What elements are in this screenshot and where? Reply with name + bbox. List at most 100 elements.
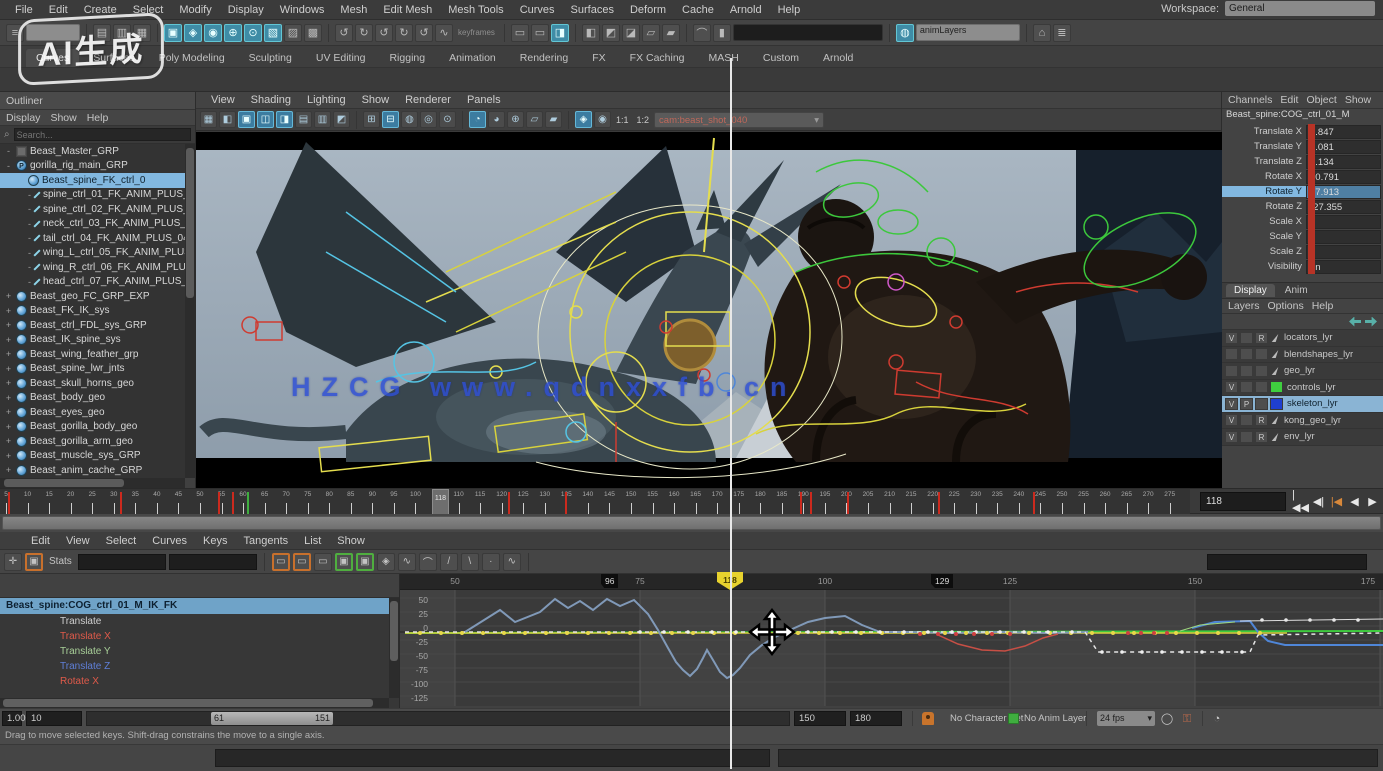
- viewport-canvas[interactable]: HZCG www.qdnxxfb.cn: [196, 132, 1222, 488]
- graph-channel-row[interactable]: Translate: [0, 614, 399, 629]
- outliner-item[interactable]: + Beast_eyes_geo: [0, 405, 185, 420]
- viewport-toolbar-icon[interactable]: ⊕: [507, 111, 524, 128]
- shelf-tab-fx-caching[interactable]: FX Caching: [620, 49, 695, 67]
- insert-key-tool-icon[interactable]: ▣: [25, 552, 43, 571]
- outliner-item[interactable]: - Beast_Master_GRP: [0, 144, 185, 159]
- channel-value[interactable]: 1: [1306, 229, 1381, 244]
- auto-tangent-icon[interactable]: ∿: [397, 552, 416, 571]
- move-nearest-tool-icon[interactable]: ✛: [4, 552, 22, 571]
- shelf-tab-arnold[interactable]: Arnold: [813, 49, 863, 67]
- channel-value[interactable]: 2.134: [1306, 154, 1381, 169]
- snap-point-icon[interactable]: ▧: [264, 23, 282, 42]
- expand-toggle-icon[interactable]: +: [4, 422, 13, 432]
- auto-key-toggle-icon[interactable]: [922, 712, 934, 725]
- display-layer-row[interactable]: V Rlocators_lyr: [1222, 330, 1383, 347]
- paint-icon[interactable]: ◪: [621, 23, 640, 42]
- outliner-vertical-scrollbar[interactable]: [185, 144, 195, 478]
- channel-value[interactable]: 10.791: [1306, 169, 1381, 184]
- graph-channel-row[interactable]: Translate X: [0, 629, 399, 644]
- graph-channel-row[interactable]: Translate Y: [0, 644, 399, 659]
- expand-toggle-icon[interactable]: -: [28, 277, 31, 287]
- channel-row[interactable]: Scale X 1: [1222, 214, 1383, 229]
- outliner-item[interactable]: + Beast_geo_FC_GRP_EXP: [0, 289, 185, 304]
- expand-toggle-icon[interactable]: +: [4, 364, 13, 374]
- layer-toggle[interactable]: [1255, 397, 1268, 410]
- display-layer-row[interactable]: Vcontrols_lyr: [1222, 380, 1383, 396]
- expand-toggle-icon[interactable]: -: [28, 219, 31, 229]
- outliner-item[interactable]: - neck_ctrl_03_FK_ANIM_PLUS_03: [0, 217, 185, 232]
- viewport-toolbar-icon[interactable]: ◔: [469, 111, 486, 128]
- plateau-icon[interactable]: \: [460, 552, 479, 571]
- expand-toggle-icon[interactable]: +: [4, 378, 13, 388]
- playback-end-field[interactable]: 150: [794, 711, 846, 726]
- display-layer-row[interactable]: V Renv_lyr: [1222, 429, 1383, 446]
- outliner-tree[interactable]: - Beast_Master_GRP - Pgorilla_rig_main_GRP B…: [0, 144, 185, 478]
- viewport-toolbar-icon[interactable]: ◉: [594, 111, 611, 128]
- viewport-toolbar-icon[interactable]: ◨: [276, 111, 293, 128]
- go-to-start-button[interactable]: |◀◀: [1292, 489, 1309, 514]
- channel-value[interactable]: 1: [1306, 244, 1381, 259]
- expand-toggle-icon[interactable]: -: [28, 190, 31, 200]
- outliner-item[interactable]: - spine_ctrl_02_FK_ANIM_PLUS_02: [0, 202, 185, 217]
- outliner-search-input[interactable]: [13, 128, 191, 141]
- linear-tangent-icon[interactable]: ▭: [313, 552, 332, 571]
- playback-start-field[interactable]: 10: [26, 711, 82, 726]
- select-object-icon[interactable]: ◈: [184, 23, 202, 42]
- display-layer-row[interactable]: V Rkong_geo_lyr: [1222, 413, 1383, 429]
- expand-toggle-icon[interactable]: +: [4, 407, 13, 417]
- expand-toggle-icon[interactable]: +: [4, 465, 13, 475]
- range-slider-bar[interactable]: 61 151: [211, 712, 333, 725]
- channel-row[interactable]: Translate X 0.847: [1222, 124, 1383, 139]
- anim-eval-icon[interactable]: ∿: [435, 23, 453, 42]
- viewport-menu-show[interactable]: Show: [355, 92, 397, 108]
- channel-value[interactable]: 87.913: [1306, 184, 1381, 199]
- channel-value[interactable]: 6.081: [1306, 139, 1381, 154]
- channel-row[interactable]: Translate Y 6.081: [1222, 139, 1383, 154]
- menu-file[interactable]: File: [8, 2, 40, 18]
- playback-speed-dropdown[interactable]: 24 fps ▾: [1097, 711, 1155, 726]
- viewport-menu-panels[interactable]: Panels: [460, 92, 508, 108]
- layer-editor-tab-display[interactable]: Display: [1226, 284, 1275, 297]
- layer-editor-tab-anim[interactable]: Anim: [1277, 284, 1316, 297]
- clamped-tangent-icon[interactable]: ▭: [292, 552, 311, 571]
- step-icon[interactable]: ·: [481, 552, 500, 571]
- layer-toggle[interactable]: [1240, 414, 1253, 427]
- anim-prefs-icon[interactable]: ◔: [1210, 712, 1224, 726]
- menu-deform[interactable]: Deform: [623, 2, 673, 18]
- quick-select-input[interactable]: [732, 24, 883, 41]
- graph-time-field[interactable]: [1207, 553, 1367, 570]
- menu-mesh[interactable]: Mesh: [333, 2, 374, 18]
- layer-toggle[interactable]: R: [1255, 414, 1268, 427]
- layer-toggle[interactable]: [1225, 348, 1238, 361]
- outliner-item[interactable]: + Beast_anim_cache_GRP: [0, 463, 185, 478]
- graph-editor-time-ruler[interactable]: 507510012515017596129118: [400, 572, 1383, 590]
- snap-plane-icon[interactable]: ▨: [284, 23, 302, 42]
- outliner-item[interactable]: + Beast_gorilla_arm_geo: [0, 434, 185, 449]
- viewport-toolbar-icon[interactable]: ◩: [333, 111, 350, 128]
- viewport-toolbar-icon[interactable]: ◍: [401, 111, 418, 128]
- uv-icon[interactable]: ▱: [641, 23, 660, 42]
- channel-value[interactable]: 0.847: [1306, 124, 1381, 139]
- menu-display[interactable]: Display: [221, 2, 271, 18]
- history-on-icon[interactable]: ↺: [335, 23, 353, 42]
- channel-row[interactable]: Scale Z 1: [1222, 244, 1383, 259]
- anim-end-field[interactable]: 180: [850, 711, 902, 726]
- menu-curves[interactable]: Curves: [513, 2, 562, 18]
- shelf-tab-mash[interactable]: MASH: [699, 49, 749, 67]
- range-slider-strip[interactable]: [0, 514, 1383, 532]
- menu-cache[interactable]: Cache: [675, 2, 721, 18]
- play-backwards-button[interactable]: ◀: [1346, 491, 1363, 512]
- sidebar-dropdown[interactable]: animLayers: [915, 24, 1020, 41]
- shelf-tab-sculpting[interactable]: Sculpting: [239, 49, 302, 67]
- anim-start-field[interactable]: 1.00: [2, 711, 26, 726]
- graph-icon[interactable]: ▰: [661, 23, 680, 42]
- channel-row[interactable]: Visibility on: [1222, 259, 1383, 274]
- command-line-input[interactable]: [215, 749, 770, 767]
- layer-toggle[interactable]: [1255, 381, 1268, 394]
- move-layer-up-icon[interactable]: [1349, 316, 1361, 327]
- channel-row[interactable]: Rotate Y 87.913: [1222, 184, 1383, 199]
- outliner-item[interactable]: - Pgorilla_rig_main_GRP: [0, 159, 185, 174]
- viewport-toolbar-icon[interactable]: ▤: [295, 111, 312, 128]
- viewport-menu-view[interactable]: View: [204, 92, 242, 108]
- light-icon[interactable]: ◩: [601, 23, 620, 42]
